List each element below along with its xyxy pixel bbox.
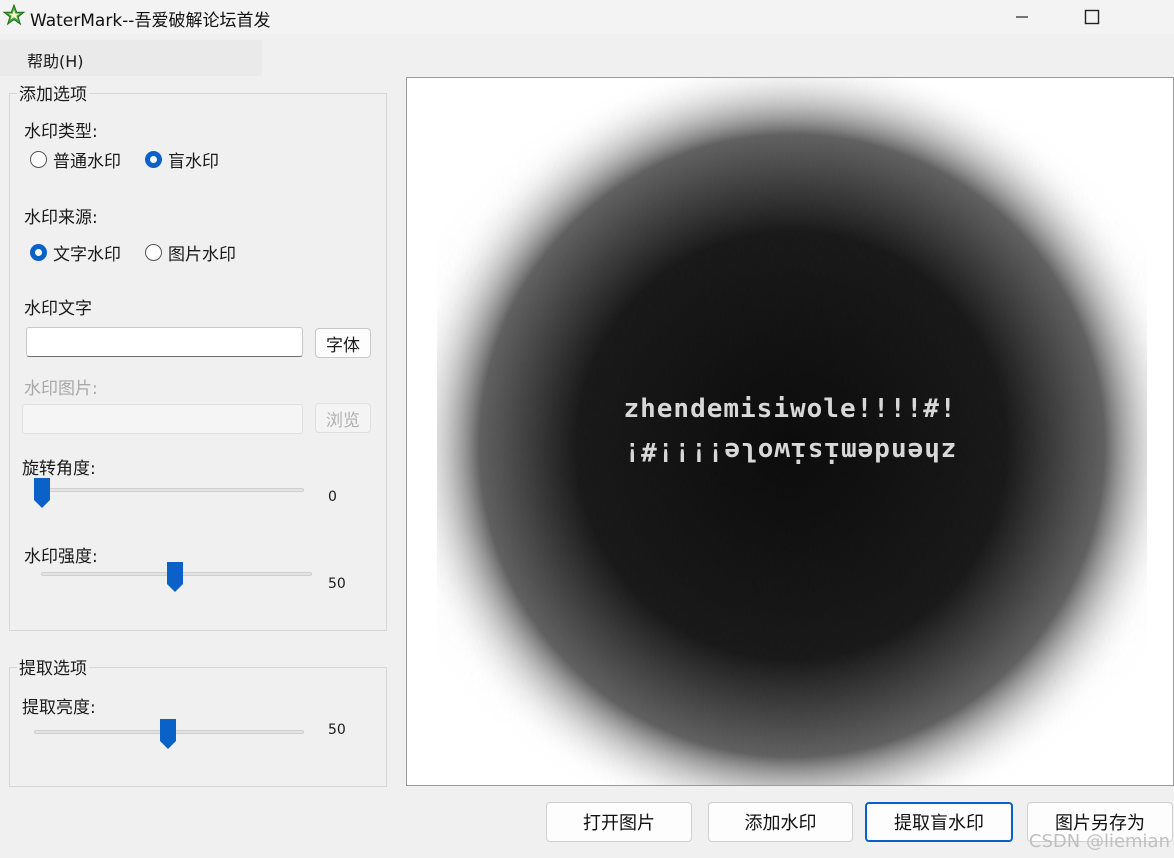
radio-label: 图片水印 xyxy=(168,245,236,265)
radio-indicator xyxy=(30,151,47,168)
brightness-slider-thumb[interactable] xyxy=(160,719,176,749)
watermark-image-label: 水印图片: xyxy=(24,379,98,399)
radio-indicator xyxy=(145,244,162,261)
strength-value: 50 xyxy=(328,576,346,592)
maximize-button[interactable] xyxy=(1069,0,1115,34)
brightness-label: 提取亮度: xyxy=(22,698,96,718)
rotation-slider-thumb[interactable] xyxy=(34,478,50,508)
radio-label: 文字水印 xyxy=(53,245,121,265)
browse-button[interactable]: 浏览 xyxy=(315,403,371,433)
extract-options-title: 提取选项 xyxy=(17,654,89,679)
add-options-title: 添加选项 xyxy=(17,80,89,105)
star-icon xyxy=(3,4,25,26)
radio-label: 盲水印 xyxy=(168,152,219,172)
minimize-button[interactable] xyxy=(999,0,1045,34)
watermark-type-label: 水印类型: xyxy=(24,122,98,142)
radio-indicator xyxy=(30,244,47,261)
image-preview: zhendemisiwole!!!!#! zhendemisiwole!!!!#… xyxy=(406,77,1174,786)
radio-image-watermark[interactable]: 图片水印 xyxy=(145,240,236,265)
watermark-text-label: 水印文字 xyxy=(24,299,92,319)
minimize-icon xyxy=(1016,16,1028,18)
watermark-text-line-mirrored: zhendemisiwole!!!!#! xyxy=(623,436,957,466)
brightness-value: 50 xyxy=(328,722,346,738)
csdn-credit: CSDN @liemian xyxy=(1028,831,1170,852)
window-title: WaterMark--吾爱破解论坛首发 xyxy=(30,11,271,31)
rotation-slider-track[interactable] xyxy=(34,488,304,492)
font-button[interactable]: 字体 xyxy=(315,328,371,358)
title-bar: WaterMark--吾爱破解论坛首发 xyxy=(0,0,1174,34)
menu-help[interactable]: 帮助(H) xyxy=(27,48,84,72)
rotation-label: 旋转角度: xyxy=(22,459,96,479)
radio-blind-watermark[interactable]: 盲水印 xyxy=(145,147,219,172)
extract-blind-watermark-button[interactable]: 提取盲水印 xyxy=(865,802,1013,842)
radio-text-watermark[interactable]: 文字水印 xyxy=(30,240,121,265)
rotation-value: 0 xyxy=(328,489,337,505)
radio-label: 普通水印 xyxy=(53,152,121,172)
watermark-source-label: 水印来源: xyxy=(24,208,98,228)
watermark-image-path-input[interactable] xyxy=(22,404,303,434)
radio-indicator xyxy=(145,151,162,168)
watermark-text-input[interactable] xyxy=(26,327,303,357)
noise-image xyxy=(407,78,1173,785)
add-watermark-button[interactable]: 添加水印 xyxy=(708,802,853,842)
strength-label: 水印强度: xyxy=(24,547,98,567)
watermark-text-line: zhendemisiwole!!!!#! xyxy=(623,394,957,424)
maximize-icon xyxy=(1084,9,1100,25)
radio-normal-watermark[interactable]: 普通水印 xyxy=(30,147,121,172)
strength-slider-thumb[interactable] xyxy=(167,562,183,592)
open-image-button[interactable]: 打开图片 xyxy=(546,802,692,842)
